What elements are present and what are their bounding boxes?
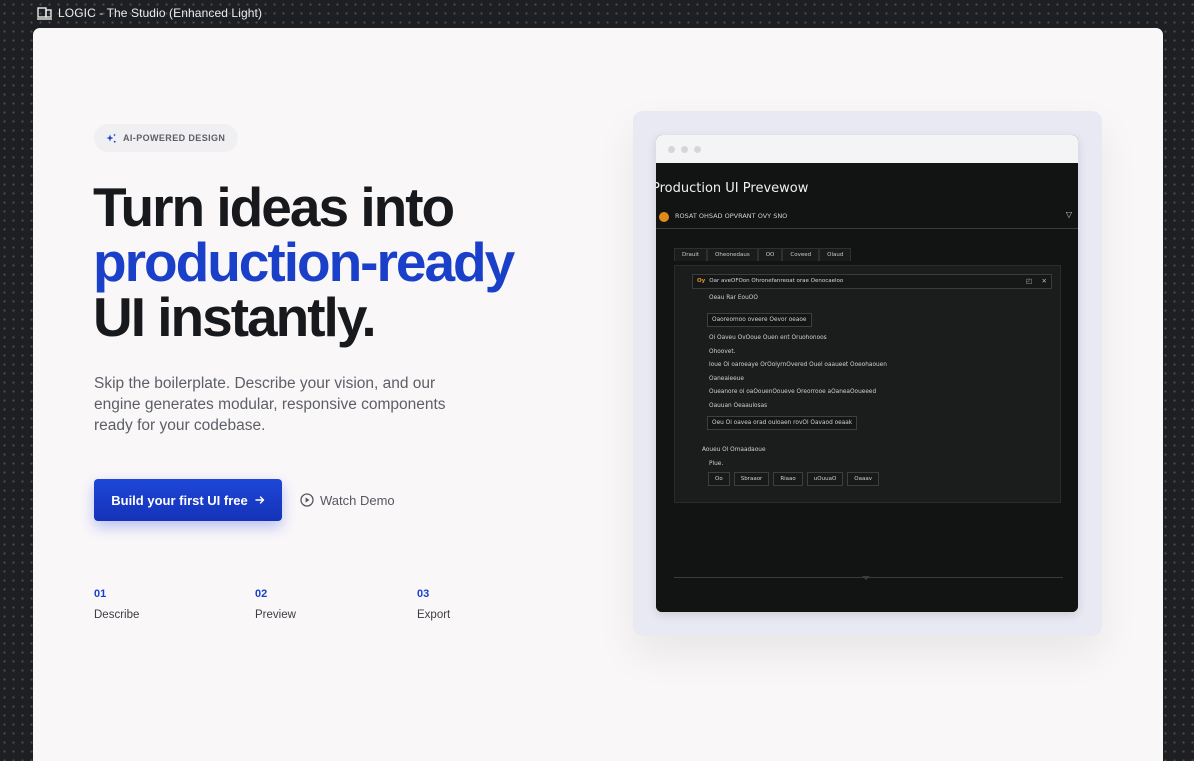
preview-line: Ohoovet. xyxy=(709,349,736,355)
step-export: 03 Export xyxy=(417,588,450,621)
preview-button: Sbraaor xyxy=(733,472,770,486)
preview-line: Plue. xyxy=(709,461,724,467)
window-dot xyxy=(681,145,688,153)
preview-notch xyxy=(862,576,870,580)
step-label: Preview xyxy=(255,609,296,621)
preview-window-bar xyxy=(656,135,1078,163)
preview-line: Oeau Rar EouOO xyxy=(709,295,758,301)
preview-box: Oeu Oi oavea orad ouloaen rovOl Oavaod o… xyxy=(707,416,858,430)
preview-tab: OO xyxy=(757,248,783,261)
badge-label: AI-POWERED DESIGN xyxy=(123,133,226,143)
preview-button: Riaao xyxy=(773,472,803,486)
preview-line: Oi Oaveu OvOoue Ouen ent Oruohonoos xyxy=(709,335,827,341)
headline-line-2: production-ready xyxy=(93,231,515,293)
preview-line: Oueanore oi oaOouenOoueve Oreorrooe aOan… xyxy=(709,389,877,395)
notice-label: Oy xyxy=(697,278,706,284)
preview-line: Oauuan Oeaaulosas xyxy=(709,403,768,409)
preview-title: Production UI Prevewow xyxy=(656,181,809,196)
headline-line-1: Turn ideas into xyxy=(93,176,455,238)
watch-demo-label: Watch Demo xyxy=(320,492,395,508)
step-number: 03 xyxy=(417,588,430,600)
preview-button: uOuuaO xyxy=(806,472,844,486)
preview-notice: Oy Oar aveOFOon Ohronefanreoat orae Oenoc… xyxy=(692,274,1052,289)
step-describe: 01 Describe xyxy=(94,588,139,621)
preview-panel: Oy Oar aveOFOon Ohronefanreoat orae Oenoc… xyxy=(674,265,1061,503)
window-titlebar: LOGIC - The Studio (Enhanced Light) xyxy=(37,4,262,22)
hero-headline: Turn ideas into production-ready UI inst… xyxy=(93,180,613,345)
preview-select: ROSAT OHSAD OPVRANT OVY SNO ▽ xyxy=(656,207,1078,229)
copy-icon: ◰ xyxy=(1025,277,1032,285)
chevron-down-icon: ▽ xyxy=(1065,210,1072,219)
status-dot xyxy=(659,212,669,222)
cta-label: Build your first UI free xyxy=(111,492,248,508)
app-logo-icon xyxy=(37,6,52,20)
notice-text: Oar aveOFOon Ohronefanreoat orae Oenocae… xyxy=(709,278,844,284)
app-window: AI-POWERED DESIGN Turn ideas into produc… xyxy=(33,28,1163,761)
step-number: 02 xyxy=(255,588,268,600)
preview-screenshot: Production UI Prevewow ROSAT OHSAD OPVRA… xyxy=(656,163,1078,612)
watch-demo-link[interactable]: Watch Demo xyxy=(300,490,395,510)
headline-line-3: UI instantly. xyxy=(93,286,377,348)
preview-box: Oaoreomoo oveere Oevor oeaoe xyxy=(707,313,812,327)
preview-button-row: Oo Sbraaor Riaao uOuuaO Oaaav xyxy=(708,472,879,486)
preview-button: Oo xyxy=(708,472,730,486)
arrow-right-icon xyxy=(255,493,265,508)
window-title: LOGIC - The Studio (Enhanced Light) xyxy=(58,6,263,20)
preview-notice-text: Oy Oar aveOFOon Ohronefanreoat orae Oenoc… xyxy=(697,278,843,284)
preview-button: Oaaav xyxy=(847,472,879,486)
build-first-ui-button[interactable]: Build your first UI free xyxy=(94,479,282,521)
window-dot xyxy=(668,145,675,153)
step-number: 01 xyxy=(94,588,107,600)
ai-badge: AI-POWERED DESIGN xyxy=(94,124,239,152)
step-preview: 02 Preview xyxy=(255,588,296,621)
preview-window: Production UI Prevewow ROSAT OHSAD OPVRA… xyxy=(656,135,1078,612)
play-circle-icon xyxy=(300,493,314,507)
sparkle-icon xyxy=(106,133,117,144)
preview-tab: Drauit xyxy=(674,248,708,261)
preview-tab: Coveed xyxy=(782,248,820,261)
preview-line: Aoueu Ol Omaadaoue xyxy=(702,447,766,453)
preview-tab: Olaud xyxy=(819,248,852,261)
preview-tabs: Drauit Oheonedaus OO Coveed Olaud xyxy=(674,248,852,261)
step-label: Export xyxy=(417,609,451,621)
step-label: Describe xyxy=(94,609,140,621)
close-icon: ✕ xyxy=(1041,277,1047,285)
preview-line: Ioue Oi oaroeaye OrOoiyrnOvered Ouel oaa… xyxy=(709,362,887,368)
preview-select-text: ROSAT OHSAD OPVRANT OVY SNO xyxy=(675,212,788,220)
window-dot xyxy=(694,145,701,153)
preview-line: Oaneaieeue xyxy=(709,376,744,382)
preview-tab: Oheonedaus xyxy=(707,248,758,261)
hero-subtext: Skip the boilerplate. Describe your visi… xyxy=(94,375,446,434)
